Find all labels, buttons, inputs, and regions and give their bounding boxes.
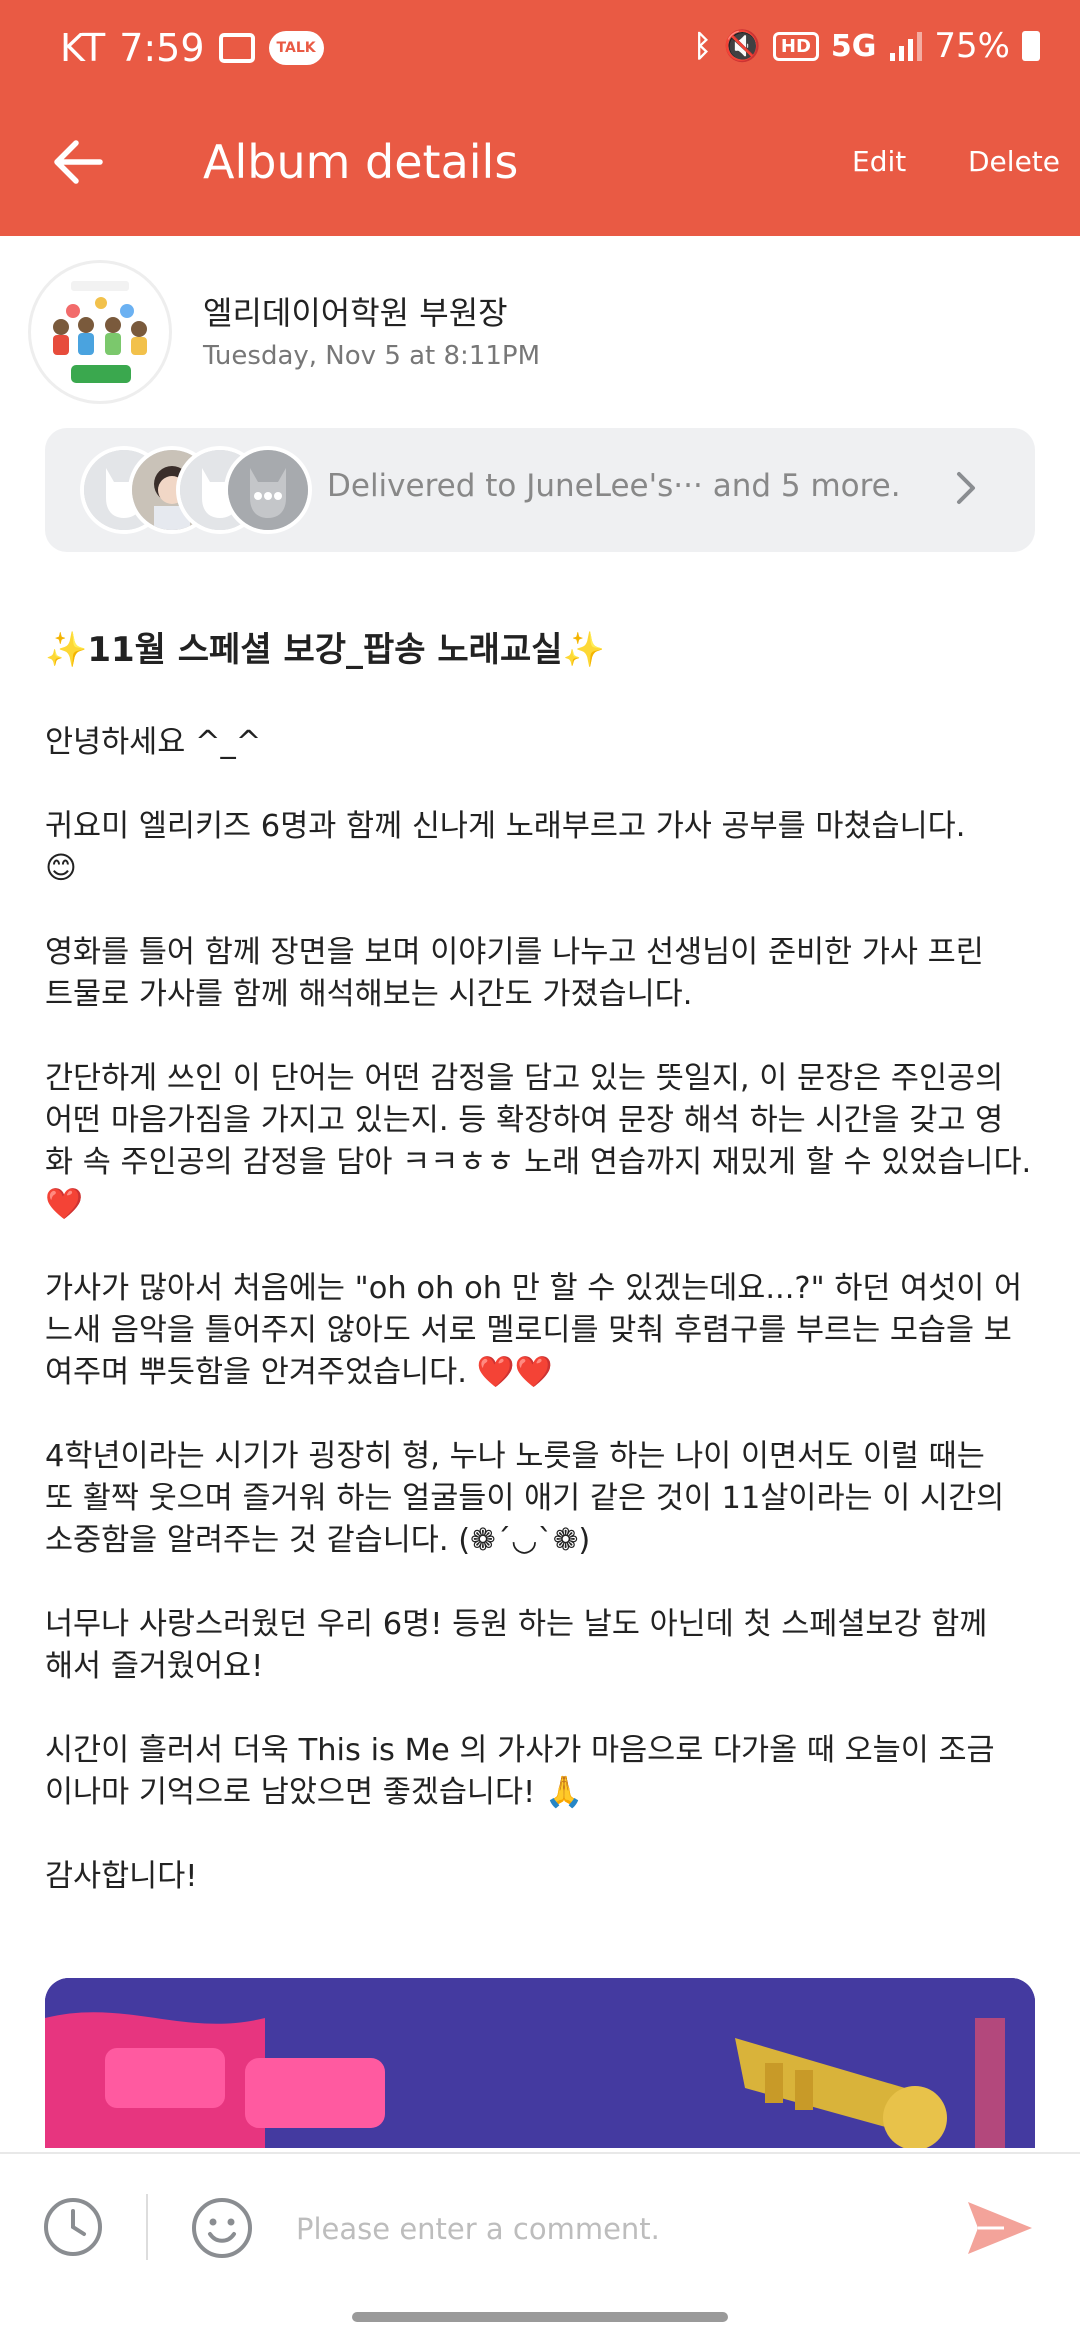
- more-recipients-avatar: [224, 446, 312, 534]
- send-icon[interactable]: [964, 2196, 1036, 2260]
- delete-button[interactable]: Delete: [968, 142, 1060, 182]
- emoji-icon[interactable]: [190, 2196, 254, 2260]
- signal-icon: [890, 32, 923, 61]
- album-photo[interactable]: [45, 1978, 1035, 2148]
- status-bar: KT 7:59 TALK ᛒ 🔇 HD 5G 75%: [0, 0, 1080, 100]
- clock-label: 7:59: [119, 26, 205, 70]
- post-paragraph: 시간이 흘러서 더욱 This is Me 의 가사가 마음으로 다가올 때 오…: [45, 1733, 995, 1810]
- app-bar: Album details Edit Delete: [0, 110, 1080, 220]
- gallery-notification-icon: [218, 33, 255, 63]
- battery-icon: [1022, 31, 1040, 61]
- post-date: Tuesday, Nov 5 at 8:11PM: [203, 341, 541, 371]
- post-title: ✨11월 스페셜 보강_팝송 노래교실✨: [45, 630, 605, 670]
- talk-notification-icon: TALK: [268, 31, 324, 65]
- mute-icon: 🔇: [723, 28, 761, 64]
- post-paragraph: 4학년이라는 시기가 굉장히 형, 누나 노릇을 하는 나이 이면서도 이럴 때…: [45, 1439, 1005, 1558]
- comment-bar: [0, 2152, 1080, 2302]
- header: KT 7:59 TALK ᛒ 🔇 HD 5G 75% Album details…: [0, 0, 1080, 236]
- delivered-text: Delivered to JuneLee's··· and 5 more.: [327, 468, 901, 504]
- network-5g-icon: 5G: [830, 28, 877, 64]
- popsong-poster-image: [45, 1978, 1035, 2148]
- back-arrow-icon[interactable]: [46, 130, 110, 194]
- bluetooth-icon: ᛒ: [693, 28, 712, 64]
- post-paragraph: 간단하게 쓰인 이 단어는 어떤 감정을 담고 있는 뜻일지, 이 문장은 주인…: [45, 1061, 1032, 1222]
- comment-input[interactable]: [294, 2198, 918, 2260]
- status-right: ᛒ 🔇 HD 5G 75%: [694, 26, 1040, 66]
- album-details-screen: KT 7:59 TALK ᛒ 🔇 HD 5G 75% Album details…: [0, 0, 1080, 2340]
- divider: [146, 2194, 148, 2260]
- post-body: 안녕하세요 ^_^ 귀요미 엘리키즈 6명과 함께 신나게 노래부르고 가사 공…: [45, 722, 1045, 1940]
- author-avatar[interactable]: [28, 260, 172, 404]
- clock-icon[interactable]: [42, 2196, 104, 2258]
- author-section: 엘리데이어학원 부원장 Tuesday, Nov 5 at 8:11PM: [28, 258, 1058, 408]
- post-paragraph: 귀요미 엘리키즈 6명과 함께 신나게 노래부르고 가사 공부를 마쳤습니다. …: [45, 809, 966, 886]
- post-paragraph: 너무나 사랑스러웠던 우리 6명! 등원 하는 날도 아닌데 첫 스페셜보강 함…: [45, 1607, 988, 1684]
- chevron-right-icon: [957, 472, 975, 504]
- edit-button[interactable]: Edit: [852, 142, 906, 182]
- post-paragraph: 가사가 많아서 처음에는 "oh oh oh 만 할 수 있겠는데요...?" …: [45, 1271, 1023, 1390]
- hd-voice-icon: HD: [772, 31, 819, 61]
- recipient-avatars: [80, 446, 350, 534]
- carrier-label: KT: [60, 26, 106, 70]
- status-left: KT 7:59 TALK: [60, 26, 324, 70]
- page-title: Album details: [203, 135, 519, 189]
- author-name[interactable]: 엘리데이어학원 부원장: [203, 288, 508, 334]
- post-paragraph: 영화를 틀어 함께 장면을 보며 이야기를 나누고 선생님이 준비한 가사 프린…: [45, 935, 984, 1012]
- more-dots-icon: [228, 450, 308, 530]
- home-indicator[interactable]: [352, 2312, 728, 2322]
- delivered-recipients-row[interactable]: Delivered to JuneLee's··· and 5 more.: [45, 428, 1035, 552]
- battery-percent: 75%: [934, 26, 1010, 66]
- post-paragraph: 안녕하세요 ^_^: [45, 725, 262, 760]
- academy-logo-icon: [53, 281, 147, 383]
- post-paragraph: 감사합니다!: [45, 1859, 198, 1894]
